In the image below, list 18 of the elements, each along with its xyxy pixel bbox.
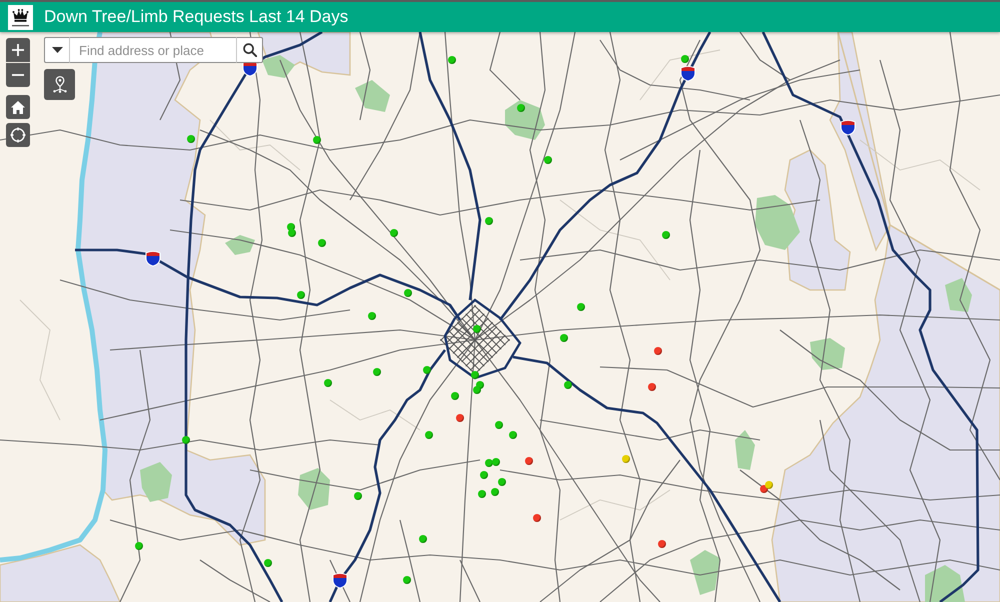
crown-logo-icon	[8, 4, 33, 30]
source-dropdown-button[interactable]	[44, 37, 70, 63]
zoom-out-button[interactable]	[6, 63, 30, 87]
app-title: Down Tree/Limb Requests Last 14 Days	[44, 7, 348, 27]
locate-icon	[10, 127, 26, 143]
search-field[interactable]: Find address or place	[70, 37, 236, 63]
home-button[interactable]	[6, 95, 30, 119]
caret-icon	[52, 47, 62, 53]
locate-button[interactable]	[6, 123, 30, 147]
home-icon	[11, 100, 25, 114]
minus-icon	[12, 74, 24, 76]
zoom-in-button[interactable]	[6, 38, 30, 62]
select-by-location-button[interactable]	[44, 69, 75, 100]
pin-network-icon	[52, 76, 66, 93]
point-marker-icon[interactable]	[288, 229, 296, 237]
plus-icon	[12, 44, 24, 56]
search-icon	[242, 43, 256, 57]
search-button[interactable]	[236, 37, 263, 63]
